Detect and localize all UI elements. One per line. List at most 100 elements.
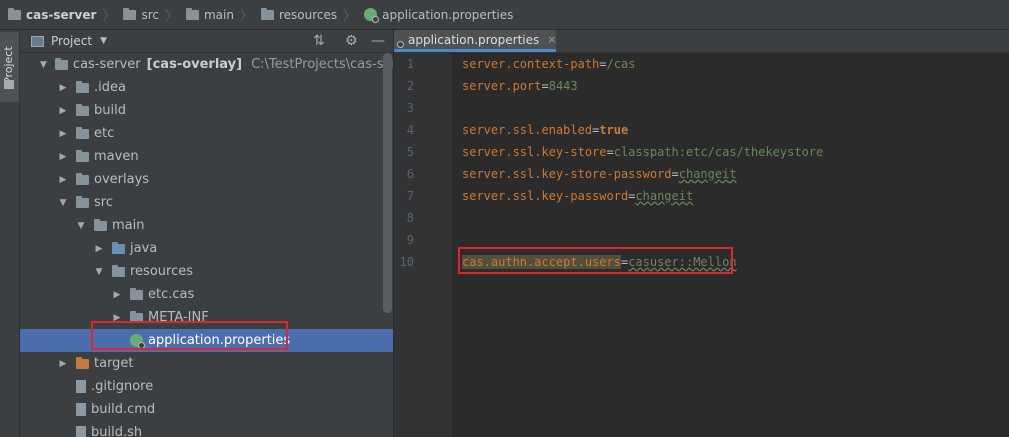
tree-row-build-sh[interactable]: build.sh: [20, 421, 393, 437]
excluded-folder-icon-shape: [76, 356, 89, 369]
tree-row-etc-cas[interactable]: ▶ etc.cas: [20, 283, 393, 306]
code-line[interactable]: 1 server.context-path=/cas: [394, 53, 1009, 75]
line-number: 9: [406, 233, 414, 247]
code-line[interactable]: 8: [394, 207, 1009, 229]
collapse-arrow-icon[interactable]: ▶: [58, 83, 68, 93]
folder-icon-shape: [76, 149, 89, 162]
collapse-arrow-icon[interactable]: ▶: [94, 244, 104, 254]
line-number: 6: [406, 167, 414, 181]
project-panel-header: Project ▼ ⇅ ⚙ —: [20, 30, 393, 53]
tree-item-label: etc.cas: [148, 287, 195, 302]
collapse-arrow-icon[interactable]: ▶: [112, 290, 122, 300]
code-line[interactable]: 4 server.ssl.enabled=true: [394, 119, 1009, 141]
tree-item-label: .idea: [94, 80, 126, 95]
file-icon: [76, 403, 86, 416]
code-line[interactable]: 3: [394, 97, 1009, 119]
code-line[interactable]: 5 server.ssl.key-store=classpath:etc/cas/…: [394, 141, 1009, 163]
gear-icon[interactable]: ⚙: [345, 33, 358, 49]
breadcrumb-label: main: [203, 7, 234, 22]
line-number: 2: [406, 79, 414, 93]
file-icon: [76, 426, 86, 437]
collapse-arrow-icon[interactable]: ▶: [58, 106, 68, 116]
code-content: server.context-path=/cas: [462, 57, 635, 71]
tree-item-label: etc: [94, 126, 115, 141]
collapse-arrow-icon[interactable]: ▶: [58, 175, 68, 185]
tree-row-src[interactable]: ▼ src: [20, 191, 393, 214]
code-content: server.port=8443: [462, 79, 578, 93]
tree-row-target[interactable]: ▶ target: [20, 352, 393, 375]
editor-area: application.properties × 1 server.context…: [394, 30, 1009, 437]
project-folder-icon-shape: [54, 57, 68, 70]
expand-arrow-icon[interactable]: ▼: [94, 267, 104, 277]
folder-icon: [76, 149, 89, 162]
line-number: 10: [399, 255, 414, 269]
collapse-arrow-icon[interactable]: ▶: [58, 129, 68, 139]
tree-row-overlays[interactable]: ▶ overlays: [20, 168, 393, 191]
property-key: server.ssl.key-store: [462, 145, 607, 159]
project-tool-button[interactable]: Project: [0, 32, 19, 102]
tree-row-cas-server[interactable]: ▼ cas-server [cas-overlay] C:\TestProjects\…: [20, 53, 393, 76]
project-folder-icon: [54, 57, 68, 70]
tree-item-label: build: [94, 103, 126, 118]
folder-icon: [76, 126, 89, 139]
tab-application-properties[interactable]: application.properties ×: [394, 30, 556, 52]
folder-icon-shape: [76, 195, 89, 208]
resources-folder-icon-shape: [112, 264, 125, 277]
tree-item-label: src: [94, 195, 113, 210]
property-value: changeit: [678, 167, 737, 181]
project-path: C:\TestProjects\cas-server: [251, 57, 393, 72]
breadcrumb-item-cas-server[interactable]: cas-server 〉: [0, 0, 115, 30]
property-key: server.ssl.key-password: [462, 189, 629, 203]
source-folder-icon-shape: [112, 241, 125, 254]
expand-arrow-icon[interactable]: ▼: [58, 198, 68, 208]
tree-item-label: main: [112, 218, 145, 233]
breadcrumb-label: resources: [278, 7, 338, 22]
line-number: 1: [406, 57, 414, 71]
navigation-bar: cas-server 〉 src 〉 main 〉 resources 〉 ap…: [0, 0, 1009, 30]
tree-item-label: build.sh: [91, 425, 143, 437]
code-line[interactable]: 7 server.ssl.key-password=changeit: [394, 185, 1009, 207]
chevron-right-icon: 〉: [239, 9, 253, 24]
code-line[interactable]: 6 server.ssl.key-store-password=changeit: [394, 163, 1009, 185]
chevron-right-icon: 〉: [164, 9, 178, 24]
property-value: /cas: [606, 57, 636, 71]
tree-row-etc[interactable]: ▶ etc: [20, 122, 393, 145]
tree-row-idea[interactable]: ▶ .idea: [20, 76, 393, 99]
chevron-down-icon[interactable]: ▼: [100, 36, 107, 46]
hide-panel-icon[interactable]: —: [371, 33, 385, 49]
folder-icon-shape: [94, 218, 107, 231]
tree-row-java[interactable]: ▶ java: [20, 237, 393, 260]
breadcrumb-item-src[interactable]: src 〉: [115, 0, 178, 30]
tree-row-gitignore[interactable]: .gitignore: [20, 375, 393, 398]
close-icon[interactable]: ×: [547, 33, 556, 46]
breadcrumb-item-application-properties[interactable]: application.properties: [356, 0, 513, 30]
code-line[interactable]: 2 server.port=8443: [394, 75, 1009, 97]
breadcrumb-item-resources[interactable]: resources 〉: [253, 0, 356, 30]
line-number: 7: [406, 189, 414, 203]
tree-row-build-cmd[interactable]: build.cmd: [20, 398, 393, 421]
property-key: server.port: [462, 79, 542, 93]
tree-row-main[interactable]: ▼ main: [20, 214, 393, 237]
code-editor[interactable]: 1 server.context-path=/cas 2 server.port=84…: [394, 53, 1009, 273]
breadcrumb-item-main[interactable]: main 〉: [178, 0, 253, 30]
code-content: server.ssl.enabled=true: [462, 123, 628, 137]
tree-row-resources[interactable]: ▼ resources: [20, 260, 393, 283]
tree-row-build[interactable]: ▶ build: [20, 99, 393, 122]
property-value: true: [599, 123, 629, 137]
tree-row-maven[interactable]: ▶ maven: [20, 145, 393, 168]
collapse-arrow-icon[interactable]: ▶: [58, 359, 68, 369]
expand-arrow-icon[interactable]: ▼: [76, 221, 86, 231]
folder-icon-shape: [76, 126, 89, 139]
tree-item-label: build.cmd: [91, 402, 156, 417]
tree-item-label: overlays: [94, 172, 150, 187]
expand-arrow-icon[interactable]: ▼: [40, 60, 47, 70]
line-number: 8: [406, 211, 414, 225]
collapse-all-icon[interactable]: ⇅: [313, 33, 325, 49]
collapse-arrow-icon[interactable]: ▶: [58, 152, 68, 162]
spring-leaf-icon: [364, 8, 380, 23]
tree-scrollbar[interactable]: [383, 53, 392, 313]
tree-item-label: .gitignore: [91, 379, 154, 394]
project-view-selector[interactable]: Project: [51, 34, 92, 48]
annotation-highlight-box: [458, 247, 733, 274]
line-number: 4: [406, 123, 414, 137]
